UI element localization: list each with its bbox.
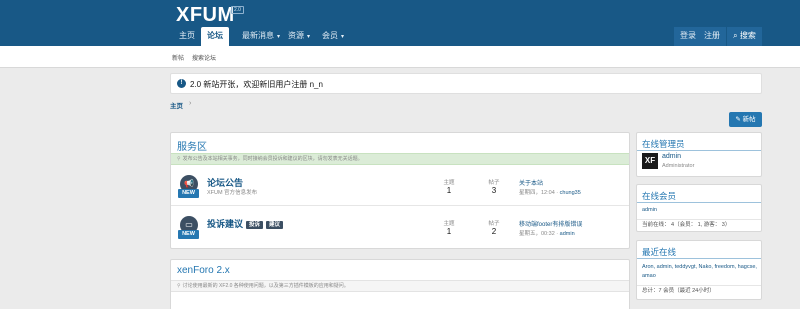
nav-tab-label: 会员 [322, 31, 338, 40]
breadcrumb-home[interactable]: 主页 [170, 100, 183, 110]
site-logo[interactable]: XFUM [176, 4, 235, 27]
last-post-title[interactable]: 移动端footer有排版错误 [519, 219, 582, 228]
posts-label: 帖子 [488, 221, 500, 227]
new-post-label: 新帖 [742, 116, 756, 123]
search-label: 搜索 [739, 31, 756, 40]
category-description: ⚲ 发布公告及本站相关事务，同时接纳会员投诉和建议的区块，请勿发表无关话题。 [171, 153, 629, 165]
pin-icon: ⚲ [177, 283, 181, 289]
notice-text: 2.0 新站开张，欢迎新旧用户注册 n_n [190, 80, 323, 89]
subnav-new-posts[interactable]: 新帖 [172, 53, 184, 62]
forum-tag[interactable]: 建议 [266, 220, 284, 229]
register-link[interactable]: 注册 [698, 27, 726, 46]
divider [637, 258, 761, 259]
divider [637, 202, 761, 203]
recent-members-list[interactable]: Aron, admin, teddyvgt, Nako, freedom, ha… [642, 263, 760, 281]
online-count: 当前在线： 4（会员： 1, 游客： 3） [637, 219, 761, 230]
subnav-search-forums[interactable]: 搜索论坛 [192, 53, 216, 62]
threads-count: 1 [446, 227, 452, 236]
sidebar-recent-members: 最近在线 Aron, admin, teddyvgt, Nako, freedo… [636, 240, 762, 300]
chevron-down-icon: ▾ [277, 34, 281, 40]
forum-description: XFUM 官方信息发布 [207, 190, 258, 196]
info-icon: ! [177, 79, 186, 88]
new-post-button[interactable]: ✎ 新帖 [729, 112, 762, 127]
posts-label: 帖子 [488, 180, 500, 186]
sidebar-title: 在线管理员 [642, 139, 685, 149]
category-block-xenforo: xenForo 2.x ⚲ 讨论使用最新的 XF2.0 各种使用问题，以及第三方插… [170, 259, 630, 309]
nav-tab-members[interactable]: 会员 ▾ [316, 27, 350, 46]
last-post-meta: 星期五，00:32 · admin [519, 229, 575, 237]
recent-count: 总计：7 会员（最近 24小时） [637, 285, 761, 296]
last-post-time: 星期四，12:04 · [519, 190, 560, 196]
last-post-user[interactable]: admin [560, 231, 575, 237]
last-post-user[interactable]: chung35 [560, 190, 581, 196]
new-badge: NEW [178, 189, 199, 198]
logo-version-badge: 2.0 [231, 6, 244, 14]
nav-tab-forums-label: 论坛 [207, 31, 223, 40]
sidebar-title: 最近在线 [642, 247, 677, 257]
new-badge: NEW [178, 230, 199, 239]
staff-name[interactable]: admin [662, 153, 681, 160]
posts-count: 3 [491, 186, 497, 195]
forum-row: 📢 NEW 论坛公告 XFUM 官方信息发布 主题 1 帖子 3 关于本站 星期… [171, 169, 629, 206]
category-title[interactable]: 服务区 [177, 138, 207, 153]
nav-tab-whats-new[interactable]: 最新消息 ▾ [236, 27, 286, 46]
category-description-text: 讨论使用最新的 XF2.0 各种使用问题，以及第三方插件模板的应用和疑问。 [182, 283, 349, 289]
nav-tab-resources[interactable]: 资源 ▾ [282, 27, 316, 46]
divider [637, 150, 761, 151]
category-description: ⚲ 讨论使用最新的 XF2.0 各种使用问题，以及第三方插件模板的应用和疑问。 [171, 280, 629, 292]
pin-icon: ⚲ [177, 156, 181, 162]
site-notice: ! 2.0 新站开张，欢迎新旧用户注册 n_n [170, 73, 762, 94]
nav-tab-forums[interactable]: 论坛 [201, 27, 229, 46]
forum-title[interactable]: 投诉建议 投诉 建议 [207, 217, 284, 230]
staff-role: Administrator [662, 163, 695, 169]
chevron-down-icon: ▾ [307, 34, 311, 40]
forum-tag[interactable]: 投诉 [246, 220, 264, 229]
avatar[interactable]: XF [642, 153, 658, 169]
threads-count: 1 [446, 186, 452, 195]
sub-nav: 新帖 搜索论坛 [0, 46, 800, 68]
category-block-service: 服务区 ⚲ 发布公告及本站相关事务，同时接纳会员投诉和建议的区块，请勿发表无关话题… [170, 132, 630, 249]
category-description-text: 发布公告及本站相关事务，同时接纳会员投诉和建议的区块，请勿发表无关话题。 [182, 156, 363, 162]
threads-label: 主题 [443, 221, 455, 227]
sidebar-members-online: 在线会员 admin 当前在线： 4（会员： 1, 游客： 3） [636, 184, 762, 232]
nav-tab-label: 最新消息 [242, 31, 274, 40]
forum-title-text: 投诉建议 [207, 219, 244, 229]
search-icon: ⌕ [733, 31, 738, 40]
posts-count: 2 [491, 227, 497, 236]
online-members-list[interactable]: admin [642, 207, 657, 213]
pencil-icon: ✎ [735, 116, 741, 123]
breadcrumb-separator: › [189, 100, 192, 107]
threads-label: 主题 [443, 180, 455, 186]
forum-row: ▭ NEW 投诉建议 投诉 建议 主题 1 帖子 2 移动端footer有排版错误 … [171, 210, 629, 247]
category-title[interactable]: xenForo 2.x [177, 265, 230, 276]
nav-tab-home[interactable]: 主页 [173, 27, 201, 46]
search-button[interactable]: ⌕ 搜索 [727, 27, 762, 46]
last-post-meta: 星期四，12:04 · chung35 [519, 188, 581, 196]
last-post-title[interactable]: 关于本站 [519, 178, 543, 187]
sidebar-title: 在线会员 [642, 191, 677, 201]
chevron-down-icon: ▾ [341, 34, 345, 40]
sidebar-staff-online: 在线管理员 XF admin Administrator [636, 132, 762, 177]
last-post-time: 星期五，00:32 · [519, 231, 560, 237]
nav-tab-label: 资源 [288, 31, 304, 40]
